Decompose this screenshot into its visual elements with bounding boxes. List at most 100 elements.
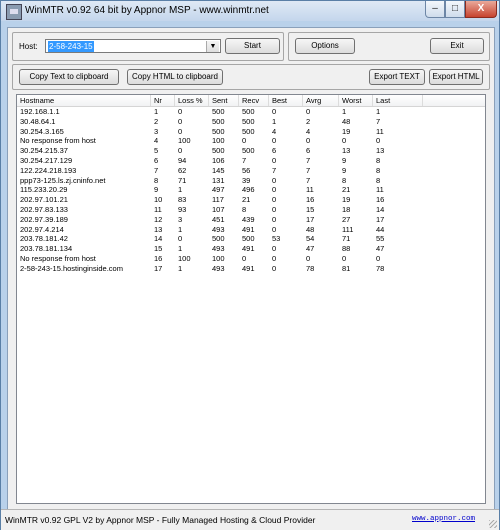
col-recv-header[interactable]: Recv (239, 95, 269, 106)
col-recv-cell: 7 (242, 156, 247, 165)
col-avrg-cell: 78 (306, 263, 315, 273)
table-row[interactable]: No response from host 16 100 100 0 0 0 0 0 (17, 254, 485, 264)
export-text-button[interactable]: Export TEXT (369, 69, 425, 85)
col-worst-cell: 18 (342, 205, 351, 214)
col-worst-header[interactable]: Worst (339, 95, 373, 106)
col-best-cell: 0 (272, 156, 277, 165)
host-combobox[interactable]: 2-58-243-15 ▼ (45, 39, 221, 53)
start-button[interactable]: Start (225, 38, 280, 54)
col-recv-cell: 8 (242, 205, 247, 214)
col-worst-cell: 8 (342, 175, 347, 185)
col-recv-cell: 500 (242, 126, 255, 136)
table-row[interactable]: 202.97.39.189 12 3 451 439 0 17 27 17 (17, 215, 485, 225)
options-button[interactable]: Options (295, 38, 355, 54)
col-nr-cell: 1 (154, 107, 159, 116)
col-recv-cell: 500 (242, 107, 255, 116)
col-last-cell: 8 (376, 165, 381, 175)
export-html-button[interactable]: Export HTML (429, 69, 483, 85)
col-last-cell: 78 (376, 263, 385, 273)
title-bar[interactable]: WinMTR v0.92 64 bit by Appnor MSP - www.… (1, 1, 499, 21)
maximize-button[interactable]: □ (445, 1, 465, 18)
table-row[interactable]: 202.97.101.21 10 83 117 21 0 16 19 16 (17, 195, 485, 205)
col-worst-cell: 19 (342, 195, 351, 205)
col-avrg-cell: 47 (306, 244, 315, 254)
col-nr-cell: 3 (154, 126, 159, 136)
table-row[interactable]: 30.254.215.37 5 0 500 500 6 6 13 13 (17, 146, 485, 156)
col-loss-cell: 1 (178, 185, 183, 195)
table-row[interactable]: ppp73-125.ls.zj.cninfo.net 8 71 131 39 0 7 8 8 (17, 176, 485, 186)
col-hostname-cell: 203.78.181.42 (20, 234, 68, 244)
results-table[interactable]: Hostname Nr Loss % Sent Recv Best Avrg Worst Las… (16, 94, 486, 504)
col-recv-cell: 491 (242, 244, 255, 254)
table-row[interactable]: 203.78.181.42 14 0 500 500 53 54 71 55 (17, 234, 485, 244)
close-button[interactable]: X (465, 1, 497, 18)
col-sent-cell: 493 (212, 224, 225, 234)
table-row[interactable]: 122.224.218.193 7 62 145 56 7 7 9 8 (17, 166, 485, 176)
col-avrg-cell: 11 (306, 185, 314, 195)
col-hostname-cell: No response from host (20, 136, 96, 146)
winmtr-window: WinMTR v0.92 64 bit by Appnor MSP - www.… (0, 0, 500, 530)
table-row[interactable]: 202.97.4.214 13 1 493 491 0 48 111 44 (17, 225, 485, 235)
col-sent-header[interactable]: Sent (209, 95, 239, 106)
col-last-cell: 44 (376, 224, 385, 234)
table-row[interactable]: 30.48.64.1 2 0 500 500 1 2 48 7 (17, 117, 485, 127)
status-text: WinMTR v0.92 GPL V2 by Appnor MSP - Full… (5, 515, 316, 525)
col-sent-cell: 100 (212, 254, 225, 263)
chevron-down-icon[interactable]: ▼ (206, 41, 219, 52)
table-row[interactable]: 202.97.83.133 11 93 107 8 0 15 18 14 (17, 205, 485, 215)
host-input[interactable]: 2-58-243-15 (48, 41, 94, 52)
col-hostname-cell: 115.233.20.29 (20, 185, 68, 195)
col-sent-cell: 100 (212, 136, 225, 146)
col-nr-header[interactable]: Nr (151, 95, 175, 106)
col-hostname-header[interactable]: Hostname (17, 95, 151, 106)
copy-html-button[interactable]: Copy HTML to clipboard (127, 69, 223, 85)
col-last-cell: 16 (376, 195, 385, 205)
col-loss-cell: 0 (178, 146, 183, 156)
col-worst-cell: 9 (342, 156, 347, 165)
col-hostname-cell: 202.97.101.21 (20, 195, 68, 205)
col-avrg-cell: 7 (306, 165, 311, 175)
table-header: Hostname Nr Loss % Sent Recv Best Avrg Worst Las… (17, 95, 485, 107)
col-loss-cell: 62 (178, 165, 187, 175)
col-best-header[interactable]: Best (269, 95, 303, 106)
col-loss-cell: 100 (178, 254, 191, 263)
col-best-cell: 0 (272, 263, 277, 273)
table-row[interactable]: No response from host 4 100 100 0 0 0 0 0 (17, 136, 485, 146)
minimize-button[interactable]: – (425, 1, 445, 18)
copy-text-button[interactable]: Copy Text to clipboard (19, 69, 119, 85)
col-hostname-cell: No response from host (20, 254, 96, 263)
col-worst-cell: 27 (342, 214, 351, 224)
table-row[interactable]: 30.254.3.165 3 0 500 500 4 4 19 11 (17, 127, 485, 137)
app-icon (6, 4, 22, 20)
col-worst-cell: 19 (342, 126, 351, 136)
col-loss-cell: 94 (178, 156, 187, 165)
col-avrg-header[interactable]: Avrg (303, 95, 339, 106)
exit-button[interactable]: Exit (430, 38, 484, 54)
table-row[interactable]: 192.168.1.1 1 0 500 500 0 0 1 1 (17, 107, 485, 117)
table-row[interactable]: 30.254.217.129 6 94 106 7 0 7 9 8 (17, 156, 485, 166)
col-sent-cell: 145 (212, 165, 225, 175)
col-sent-cell: 500 (212, 146, 225, 156)
table-row[interactable]: 203.78.181.134 15 1 493 491 0 47 88 47 (17, 244, 485, 254)
col-avrg-cell: 17 (306, 214, 315, 224)
col-hostname-cell: 202.97.83.133 (20, 205, 68, 214)
col-last-cell: 1 (376, 107, 381, 116)
col-sent-cell: 493 (212, 263, 225, 273)
col-best-cell: 0 (272, 195, 277, 205)
col-last-cell: 55 (376, 234, 385, 244)
table-row[interactable]: 115.233.20.29 9 1 497 496 0 11 21 11 (17, 185, 485, 195)
appnor-link[interactable]: www.appnor.com (412, 515, 475, 523)
resize-grip[interactable] (489, 520, 497, 528)
col-hostname-cell: 30.254.3.165 (20, 126, 64, 136)
col-nr-cell: 16 (154, 254, 163, 263)
col-loss-header[interactable]: Loss % (175, 95, 209, 106)
col-best-cell: 0 (272, 185, 277, 195)
col-sent-cell: 117 (212, 195, 224, 205)
col-loss-cell: 0 (178, 107, 183, 116)
col-avrg-cell: 0 (306, 107, 311, 116)
col-last-header[interactable]: Last (373, 95, 423, 106)
col-recv-cell: 491 (242, 224, 255, 234)
table-row[interactable]: 2-58-243-15.hostinginside.com 17 1 493 491 0 7… (17, 264, 485, 274)
col-nr-cell: 13 (154, 224, 163, 234)
col-best-cell: 1 (272, 116, 277, 126)
